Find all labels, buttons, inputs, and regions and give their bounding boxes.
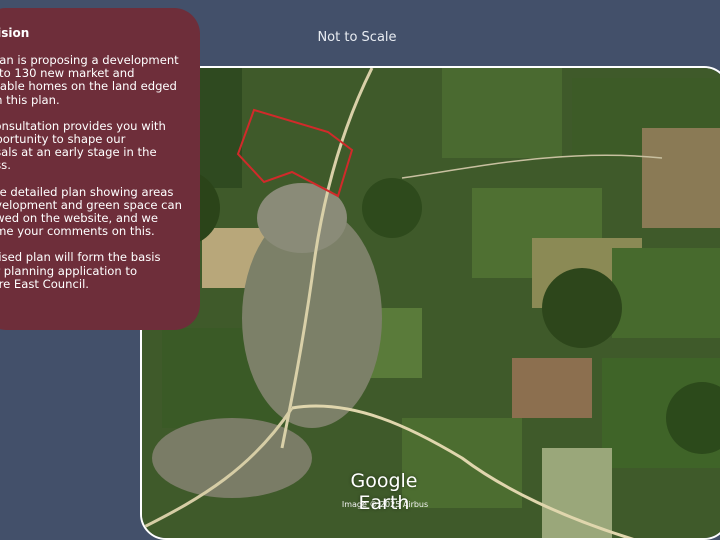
not-to-scale-label: Not to Scale (317, 30, 397, 45)
vision-paragraph-1: man is proposing a development p to 130 … (0, 53, 179, 107)
vision-paragraph-2: consultation provides you with pportunit… (0, 118, 166, 173)
vision-title: Vision (0, 26, 30, 40)
vision-panel: Vision man is proposing a development p … (0, 8, 200, 330)
vision-paragraph-3: ore detailed plan showing areas evelopme… (0, 184, 182, 239)
vision-paragraph-4: alised plan will form the basis ur plann… (0, 250, 161, 291)
image-credit: Image © 2025 Airbus (341, 500, 429, 509)
aerial-map[interactable] (140, 66, 720, 540)
